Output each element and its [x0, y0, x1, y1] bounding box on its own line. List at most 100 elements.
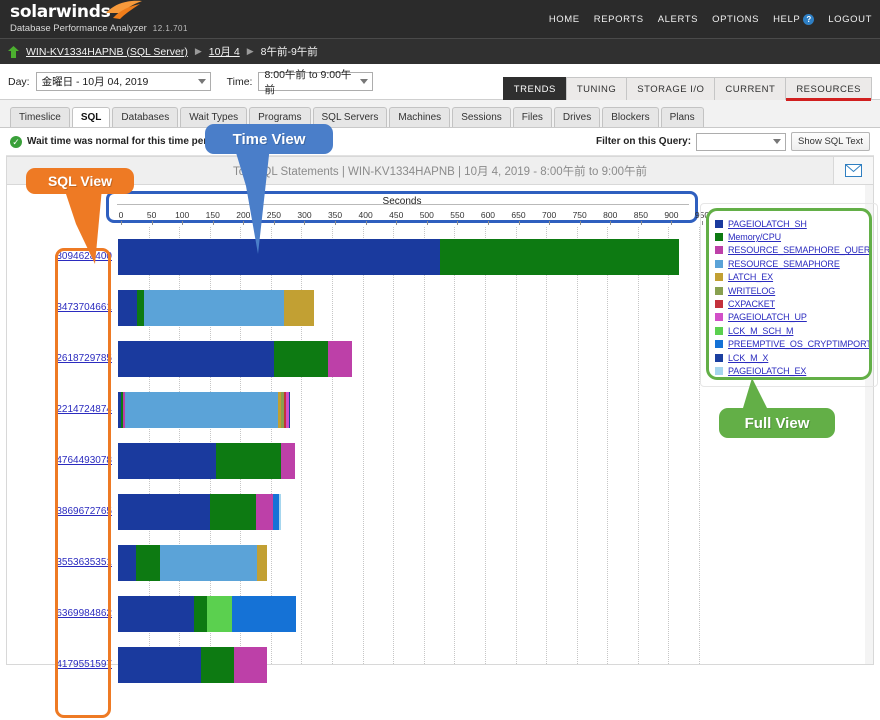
bar-segment[interactable] — [118, 341, 274, 377]
breadcrumb-instance[interactable]: WIN-KV1334HAPNB (SQL Server) — [26, 46, 188, 58]
table-row[interactable] — [118, 392, 290, 428]
legend-item[interactable]: LCK_M_X — [715, 351, 869, 364]
table-row[interactable] — [118, 341, 353, 377]
up-arrow-icon[interactable] — [8, 45, 19, 58]
bar-segment[interactable] — [327, 341, 353, 377]
axis-tick-350: 350 — [327, 210, 343, 220]
callout-full-view-label: Full View — [744, 414, 810, 432]
table-row[interactable] — [118, 239, 679, 275]
subtab-drives[interactable]: Drives — [553, 107, 601, 127]
gridline — [393, 227, 395, 664]
nav-options[interactable]: OPTIONS — [712, 14, 759, 25]
legend-item[interactable]: RESOURCE_SEMAPHORE — [715, 257, 869, 270]
tab-resources[interactable]: RESOURCES — [785, 77, 872, 101]
subtab-machines[interactable]: Machines — [389, 107, 451, 127]
show-sql-text-button[interactable]: Show SQL Text — [791, 132, 870, 151]
nav-reports[interactable]: REPORTS — [594, 14, 644, 25]
legend-label[interactable]: PREEMPTIVE_OS_CRYPTIMPORTKE — [728, 339, 869, 349]
legend-item[interactable]: LATCH_EX — [715, 271, 869, 284]
legend-label[interactable]: LCK_M_X — [728, 353, 768, 363]
legend-item[interactable]: PREEMPTIVE_OS_CRYPTIMPORTKE — [715, 338, 869, 351]
bar-segment[interactable] — [194, 596, 208, 632]
bar-segment[interactable] — [440, 239, 679, 275]
bar-segment[interactable] — [136, 545, 160, 581]
nav-logout[interactable]: LOGOUT — [828, 14, 872, 25]
legend-label[interactable]: LATCH_EX — [728, 272, 773, 282]
legend-label[interactable]: RESOURCE_SEMAPHORE_QUERY_C — [728, 245, 869, 255]
tab-tuning[interactable]: TUNING — [565, 77, 628, 100]
subtab-blockers[interactable]: Blockers — [602, 107, 659, 127]
legend-label[interactable]: RESOURCE_SEMAPHORE — [728, 259, 840, 269]
nav-home[interactable]: HOME — [549, 14, 580, 25]
bar-segment[interactable] — [118, 443, 216, 479]
email-report-button[interactable] — [833, 157, 873, 184]
table-row[interactable] — [118, 647, 267, 683]
breadcrumb: WIN-KV1334HAPNB (SQL Server) ▶ 10月 4 ▶ 8… — [0, 38, 880, 64]
subtab-files[interactable]: Files — [512, 107, 552, 127]
day-select[interactable]: 金曜日 - 10月 04, 2019 — [35, 72, 211, 91]
bar-segment[interactable] — [118, 545, 137, 581]
legend-label[interactable]: CXPACKET — [728, 299, 775, 309]
filter-query-select[interactable] — [696, 132, 787, 151]
bar-segment[interactable] — [257, 545, 267, 581]
legend-item[interactable]: PAGEIOLATCH_EX — [715, 364, 869, 377]
bar-segment[interactable] — [136, 290, 144, 326]
gridline — [546, 227, 548, 664]
legend-label[interactable]: PAGEIOLATCH_EX — [728, 366, 806, 376]
bar-segment[interactable] — [284, 290, 314, 326]
bar-segment[interactable] — [281, 443, 296, 479]
legend-item[interactable]: LCK_M_SCH_M — [715, 324, 869, 337]
legend-label[interactable]: Memory/CPU — [728, 232, 781, 242]
bar-segment[interactable] — [215, 443, 282, 479]
table-row[interactable] — [118, 494, 281, 530]
filter-query-label: Filter on this Query: — [596, 136, 692, 147]
time-select[interactable]: 8:00午前 to 9:00午前 — [258, 69, 374, 96]
bar-segment[interactable] — [118, 596, 195, 632]
nav-alerts[interactable]: ALERTS — [658, 14, 698, 25]
legend-label[interactable]: PAGEIOLATCH_UP — [728, 312, 807, 322]
bar-segment[interactable] — [118, 647, 201, 683]
chevron-down-icon — [197, 79, 206, 84]
legend-item[interactable]: WRITELOG — [715, 284, 869, 297]
bar-segment[interactable] — [159, 545, 258, 581]
legend-label[interactable]: LCK_M_SCH_M — [728, 326, 794, 336]
subtab-sessions[interactable]: Sessions — [452, 107, 511, 127]
bar-segment[interactable] — [255, 494, 273, 530]
bar-segment[interactable] — [234, 647, 267, 683]
legend-item[interactable]: Memory/CPU — [715, 230, 869, 243]
table-row[interactable] — [118, 443, 296, 479]
bar-segment[interactable] — [200, 647, 235, 683]
legend-label[interactable]: PAGEIOLATCH_SH — [728, 219, 807, 229]
bar-segment[interactable] — [143, 290, 285, 326]
tab-storage-io[interactable]: STORAGE I/O — [626, 77, 716, 100]
subtab-sql[interactable]: SQL — [71, 107, 111, 127]
gridline — [607, 227, 609, 664]
table-row[interactable] — [118, 545, 267, 581]
help-icon[interactable]: ? — [803, 14, 815, 25]
legend-item[interactable]: PAGEIOLATCH_SH — [715, 217, 869, 230]
subtab-timeslice[interactable]: Timeslice — [10, 107, 70, 127]
legend-item[interactable]: CXPACKET — [715, 297, 869, 310]
subtab-databases[interactable]: Databases — [112, 107, 179, 127]
bar-segment[interactable] — [209, 494, 256, 530]
bar-segment[interactable] — [125, 392, 279, 428]
bar-segment[interactable] — [118, 494, 210, 530]
legend-label[interactable]: WRITELOG — [728, 286, 775, 296]
bar-segment[interactable] — [273, 341, 328, 377]
subtab-plans[interactable]: Plans — [660, 107, 704, 127]
legend-item[interactable]: RESOURCE_SEMAPHORE_QUERY_C — [715, 244, 869, 257]
legend-item[interactable]: PAGEIOLATCH_UP — [715, 311, 869, 324]
gridline — [332, 227, 334, 664]
nav-help[interactable]: HELP — [773, 14, 800, 25]
bar-segment[interactable] — [231, 596, 296, 632]
legend-color-swatch — [715, 366, 723, 375]
tab-current[interactable]: CURRENT — [714, 77, 787, 100]
table-row[interactable] — [118, 290, 314, 326]
bar-segment[interactable] — [278, 494, 281, 530]
table-row[interactable] — [118, 596, 296, 632]
bar-segment[interactable] — [118, 290, 137, 326]
tab-trends[interactable]: TRENDS — [502, 77, 567, 100]
bar-segment[interactable] — [288, 392, 290, 428]
bar-segment[interactable] — [207, 596, 232, 632]
breadcrumb-day[interactable]: 10月 4 — [209, 44, 240, 59]
